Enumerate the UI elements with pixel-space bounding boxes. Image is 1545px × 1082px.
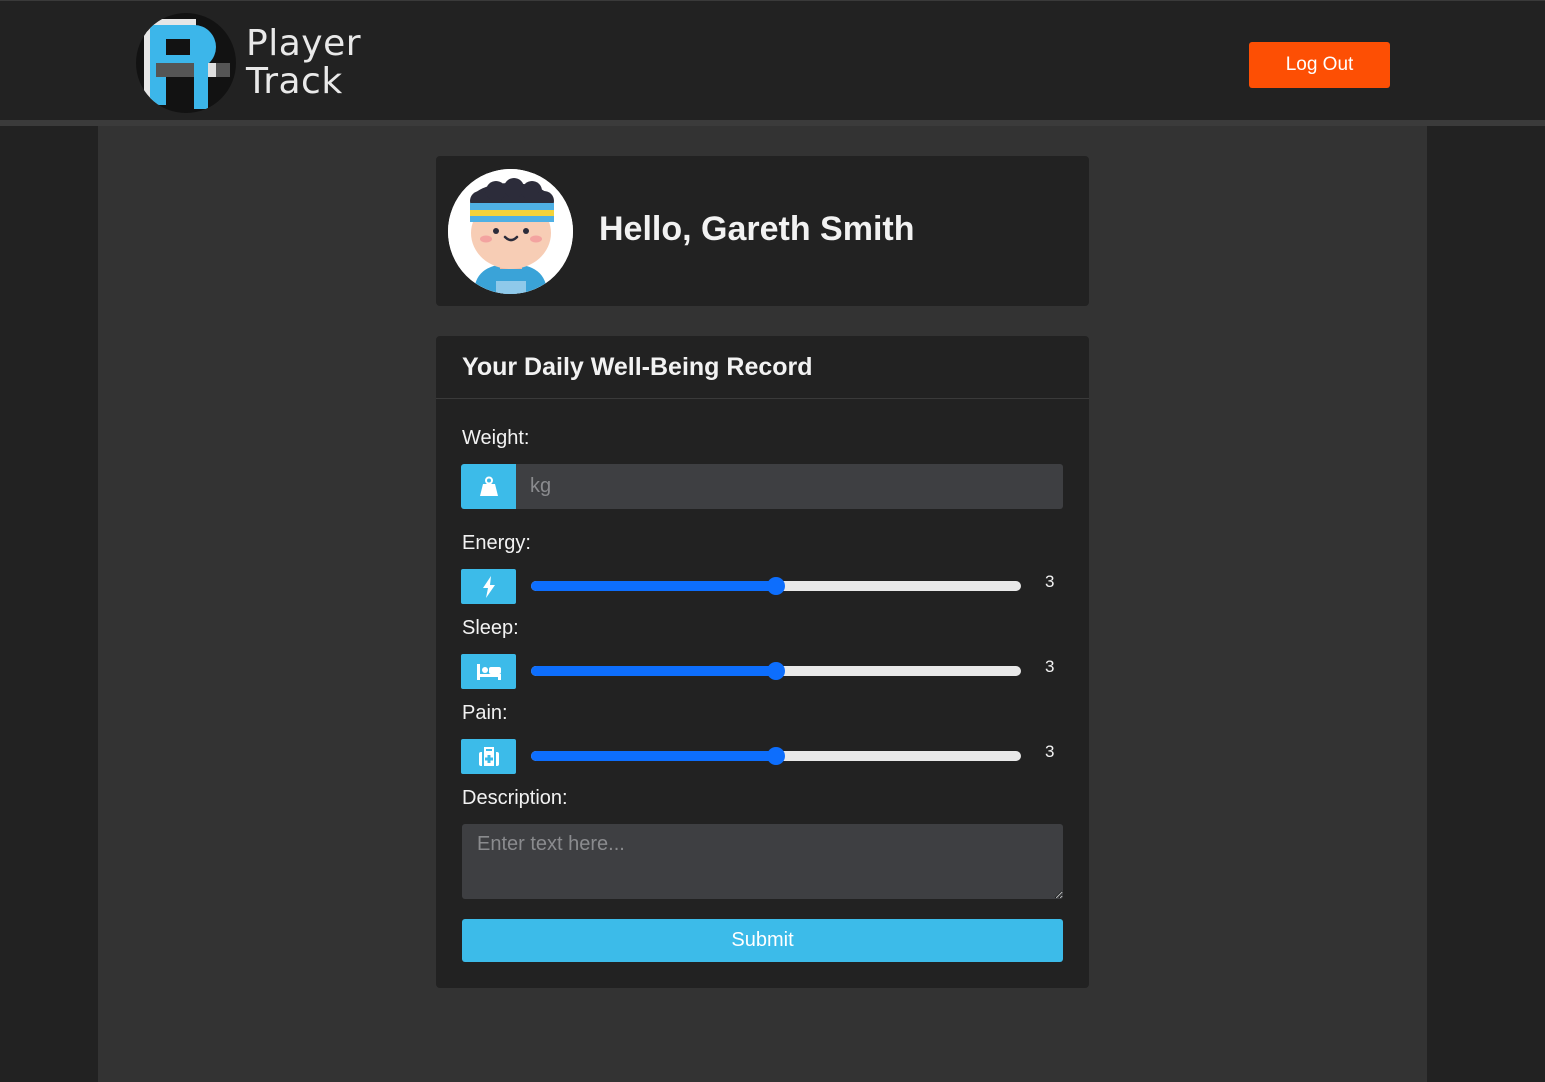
athlete-avatar-icon [448,169,573,294]
greeting-heading: Hello, Gareth Smith [599,210,915,248]
sleep-slider-thumb[interactable] [767,662,785,680]
description-label: Description: [462,787,568,809]
pain-slider-fill [531,751,776,761]
wellbeing-form-card: Your Daily Well-Being Record Weight: Ene… [436,336,1089,988]
logo-mark-icon [136,13,236,113]
description-textarea[interactable] [462,824,1063,899]
weight-input[interactable] [516,464,1063,509]
pain-label: Pain: [462,702,508,724]
weight-icon [461,464,516,509]
energy-slider-thumb[interactable] [767,577,785,595]
player-track-logo[interactable]: Player Track [136,13,376,113]
logo-text-track: Track [246,61,343,102]
sleep-label: Sleep: [462,617,519,639]
energy-slider-fill [531,581,776,591]
form-header: Your Daily Well-Being Record [436,336,1089,399]
pain-value: 3 [1045,742,1055,761]
lightning-icon [461,569,516,604]
sleep-slider-fill [531,666,776,676]
energy-value: 3 [1045,572,1055,591]
logo-text-player: Player [246,23,362,64]
submit-button[interactable]: Submit [462,919,1063,962]
bed-icon [461,654,516,689]
greeting-card: Hello, Gareth Smith [436,156,1089,306]
energy-label: Energy: [462,532,531,554]
form-title: Your Daily Well-Being Record [462,353,813,381]
pain-slider[interactable] [531,747,1021,765]
sleep-slider[interactable] [531,662,1021,680]
weight-label: Weight: [462,427,530,449]
pain-slider-thumb[interactable] [767,747,785,765]
medical-kit-icon [461,739,516,774]
sleep-value: 3 [1045,657,1055,676]
energy-slider[interactable] [531,577,1021,595]
top-navbar: Player Track Log Out [0,0,1545,120]
logout-button[interactable]: Log Out [1249,42,1390,88]
